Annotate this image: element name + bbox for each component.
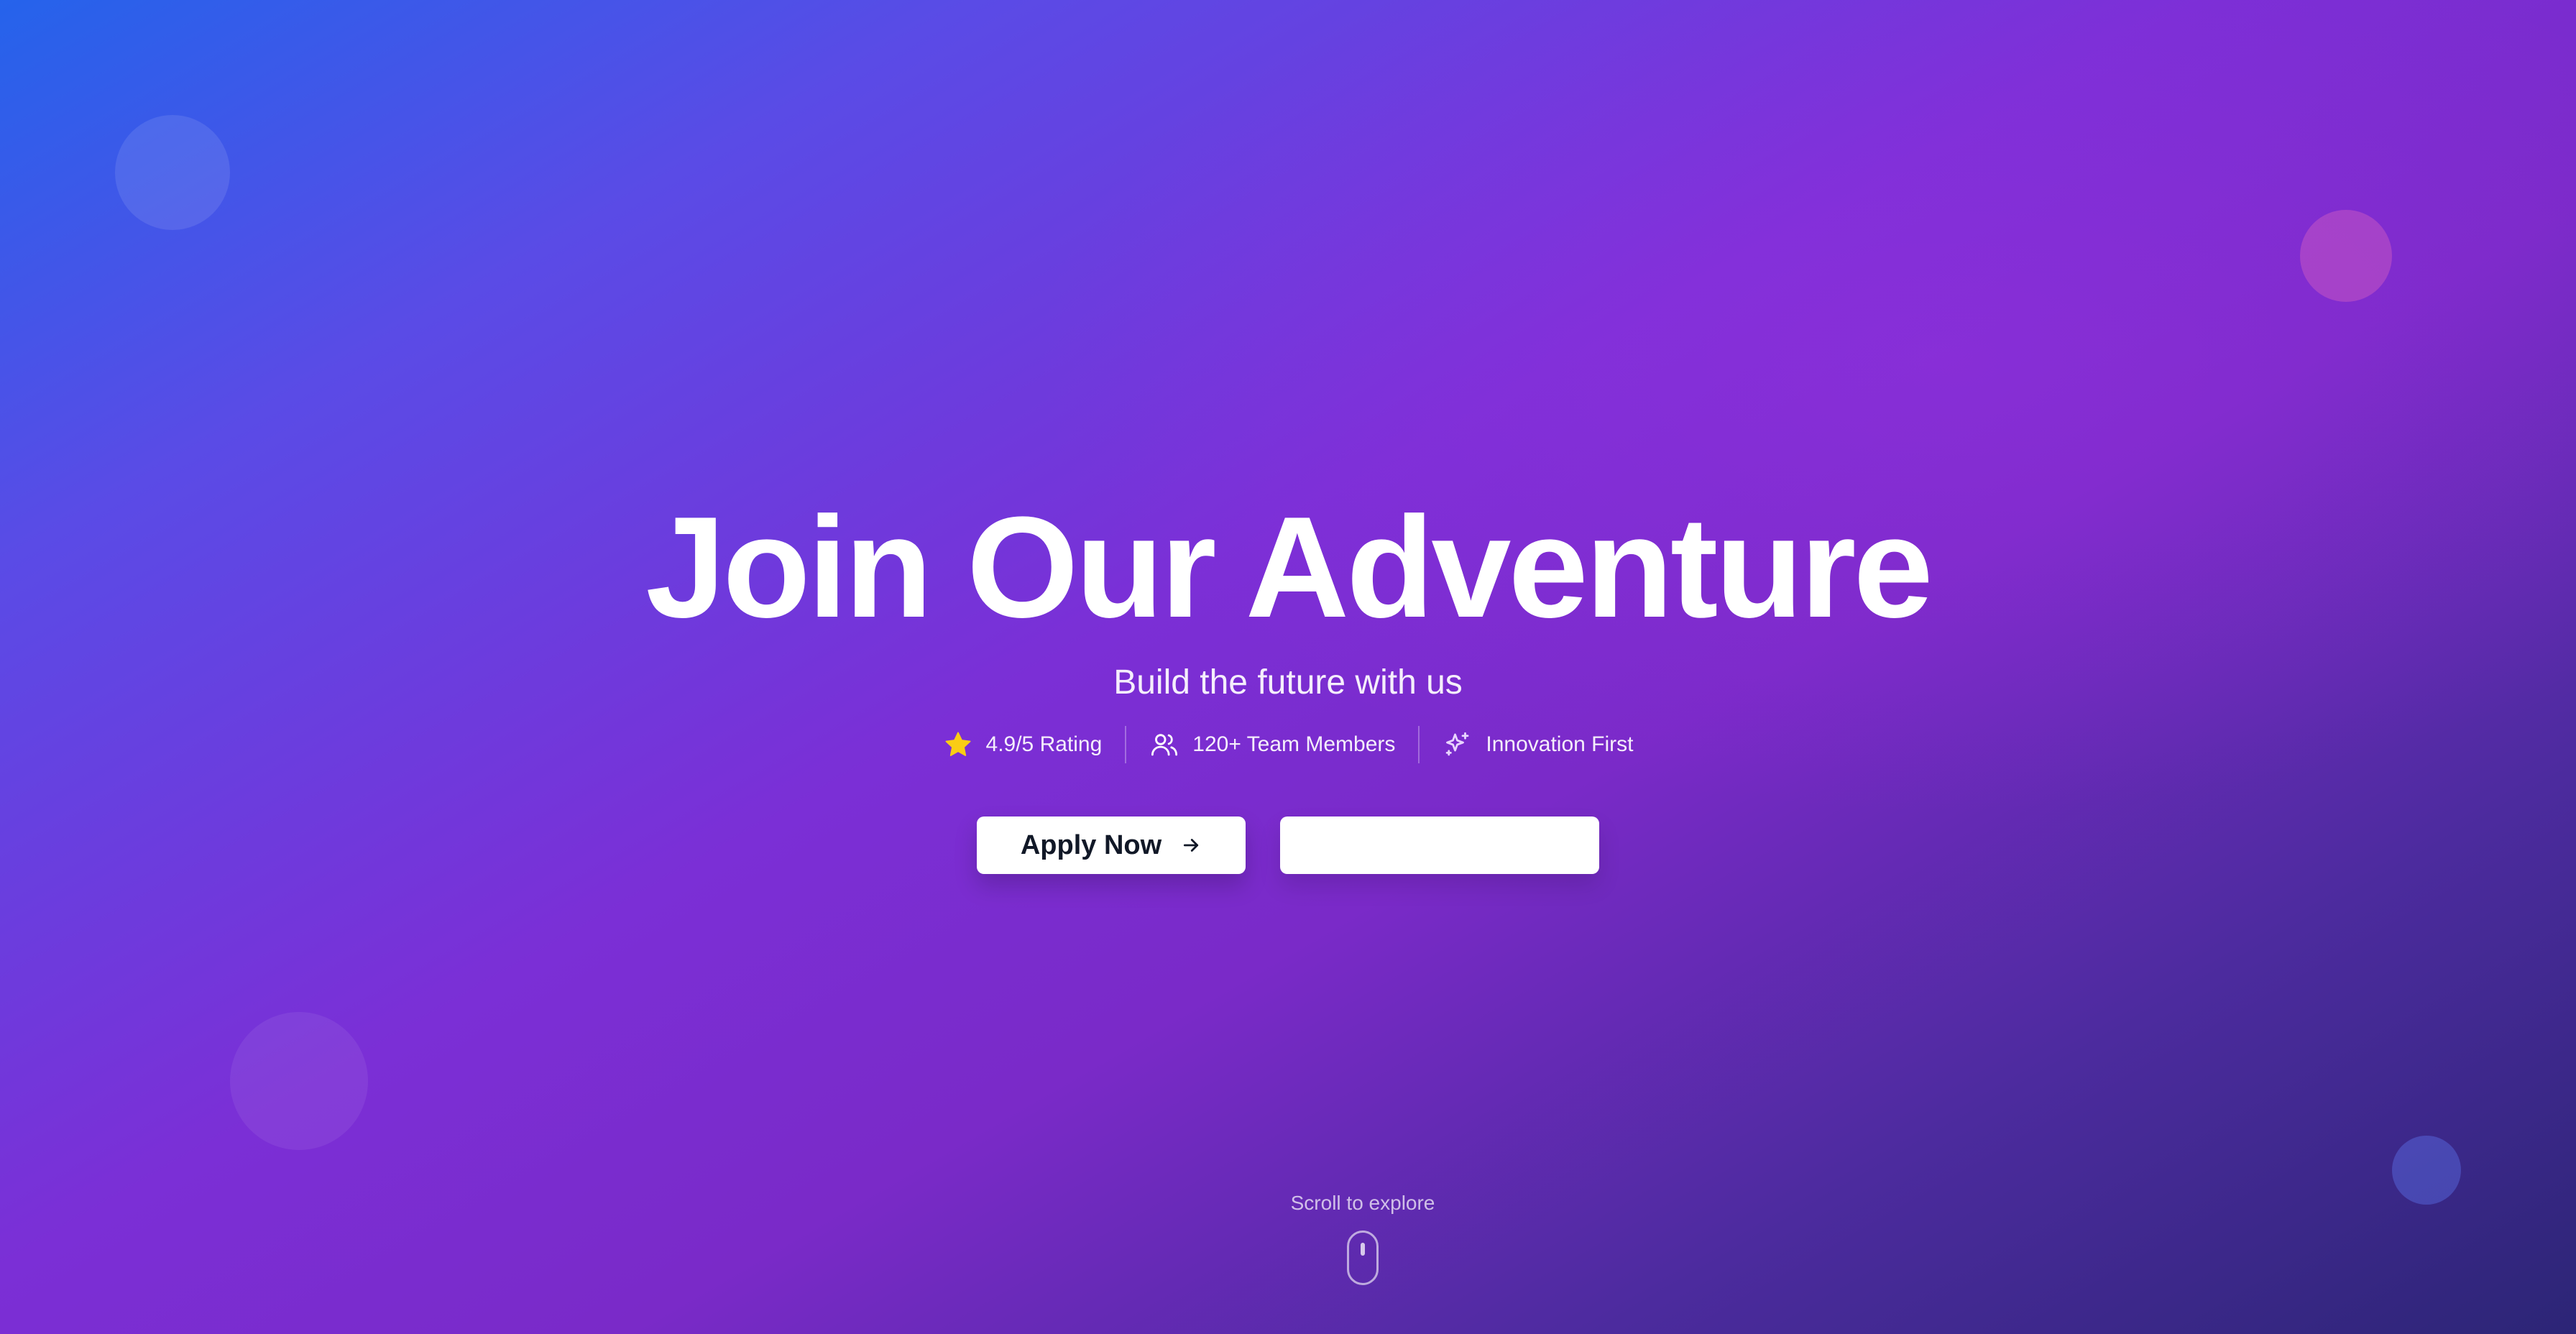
- hero-section: Join Our Adventure Build the future with…: [0, 0, 2576, 1334]
- apply-now-label: Apply Now: [1020, 829, 1162, 860]
- scroll-label: Scroll to explore: [1290, 1192, 1435, 1214]
- decorative-circle: [2392, 1136, 2461, 1205]
- secondary-button[interactable]: [1280, 816, 1599, 874]
- stat-innovation-label: Innovation First: [1486, 732, 1634, 756]
- decorative-circle: [230, 1012, 368, 1150]
- mouse-icon: [1347, 1230, 1379, 1285]
- hero-actions: Apply Now: [977, 816, 1599, 874]
- decorative-circle: [115, 115, 230, 230]
- hero-title: Join Our Adventure: [645, 487, 1933, 648]
- stat-rating: 4.9/5 Rating: [920, 730, 1126, 760]
- sparkles-icon: [1446, 732, 1469, 756]
- stat-team: 120+ Team Members: [1126, 730, 1418, 760]
- hero-subtitle: Build the future with us: [1113, 663, 1463, 702]
- users-icon: [1151, 734, 1178, 756]
- stat-innovation: Innovation First: [1420, 730, 1656, 760]
- apply-now-button[interactable]: Apply Now: [977, 816, 1246, 874]
- star-icon: [945, 732, 971, 756]
- stats-row: 4.9/5 Rating 120+ Team Members Innovatio…: [920, 722, 1657, 768]
- decorative-circle: [2300, 210, 2392, 302]
- arrow-right-icon: [1184, 839, 1199, 852]
- stat-team-label: 120+ Team Members: [1192, 732, 1396, 756]
- mouse-wheel: [1361, 1243, 1365, 1256]
- hero-content: Join Our Adventure Build the future with…: [0, 489, 2576, 874]
- scroll-indicator[interactable]: Scroll to explore: [1291, 1190, 1435, 1285]
- stat-rating-label: 4.9/5 Rating: [985, 732, 1103, 756]
